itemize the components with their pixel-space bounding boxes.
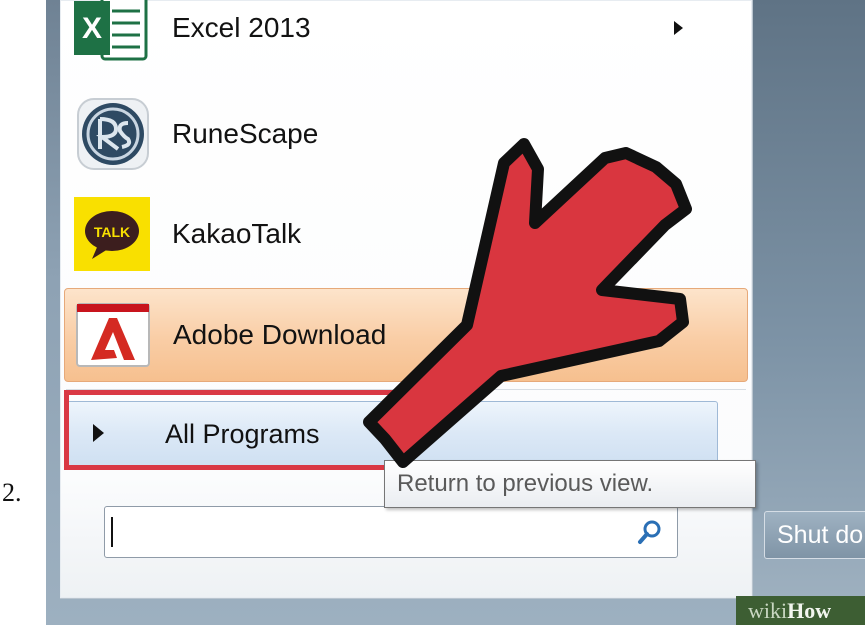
program-excel[interactable]: X Excel 2013 <box>60 0 752 74</box>
program-label: KakaoTalk <box>172 218 302 249</box>
search-box[interactable] <box>104 506 678 558</box>
adobe-icon <box>76 303 150 367</box>
kakaotalk-icon-text: TALK <box>94 224 130 240</box>
text-caret <box>111 517 113 547</box>
search-input[interactable] <box>111 513 625 553</box>
start-menu: X Excel 2013 RuneScape TALK KakaoTalk Ad… <box>60 0 753 599</box>
program-label: Adobe Download <box>173 319 387 350</box>
step-number: 2. <box>2 478 22 507</box>
program-kakaotalk[interactable]: TALK KakaoTalk <box>60 188 752 280</box>
watermark-part2: How <box>787 598 832 623</box>
kakaotalk-icon: TALK <box>74 197 150 271</box>
runescape-icon <box>77 98 149 170</box>
shutdown-button[interactable]: Shut do <box>764 511 865 559</box>
program-adobe-download[interactable]: Adobe Download <box>64 288 748 382</box>
annotation-highlight-box <box>64 390 410 470</box>
watermark-part1: wiki <box>748 598 788 623</box>
excel-icon-letter: X <box>82 12 102 45</box>
tooltip: Return to previous view. <box>384 460 756 508</box>
program-label: RuneScape <box>172 118 319 149</box>
search-icon[interactable] <box>637 519 663 545</box>
program-runescape[interactable]: RuneScape <box>60 88 752 180</box>
wikihow-watermark: wikiHow <box>736 596 865 625</box>
program-label: Excel 2013 <box>172 12 311 43</box>
excel-icon: X <box>74 0 148 61</box>
screenshot: X Excel 2013 RuneScape TALK KakaoTalk Ad… <box>46 0 865 625</box>
submenu-arrow-icon[interactable] <box>674 21 683 35</box>
